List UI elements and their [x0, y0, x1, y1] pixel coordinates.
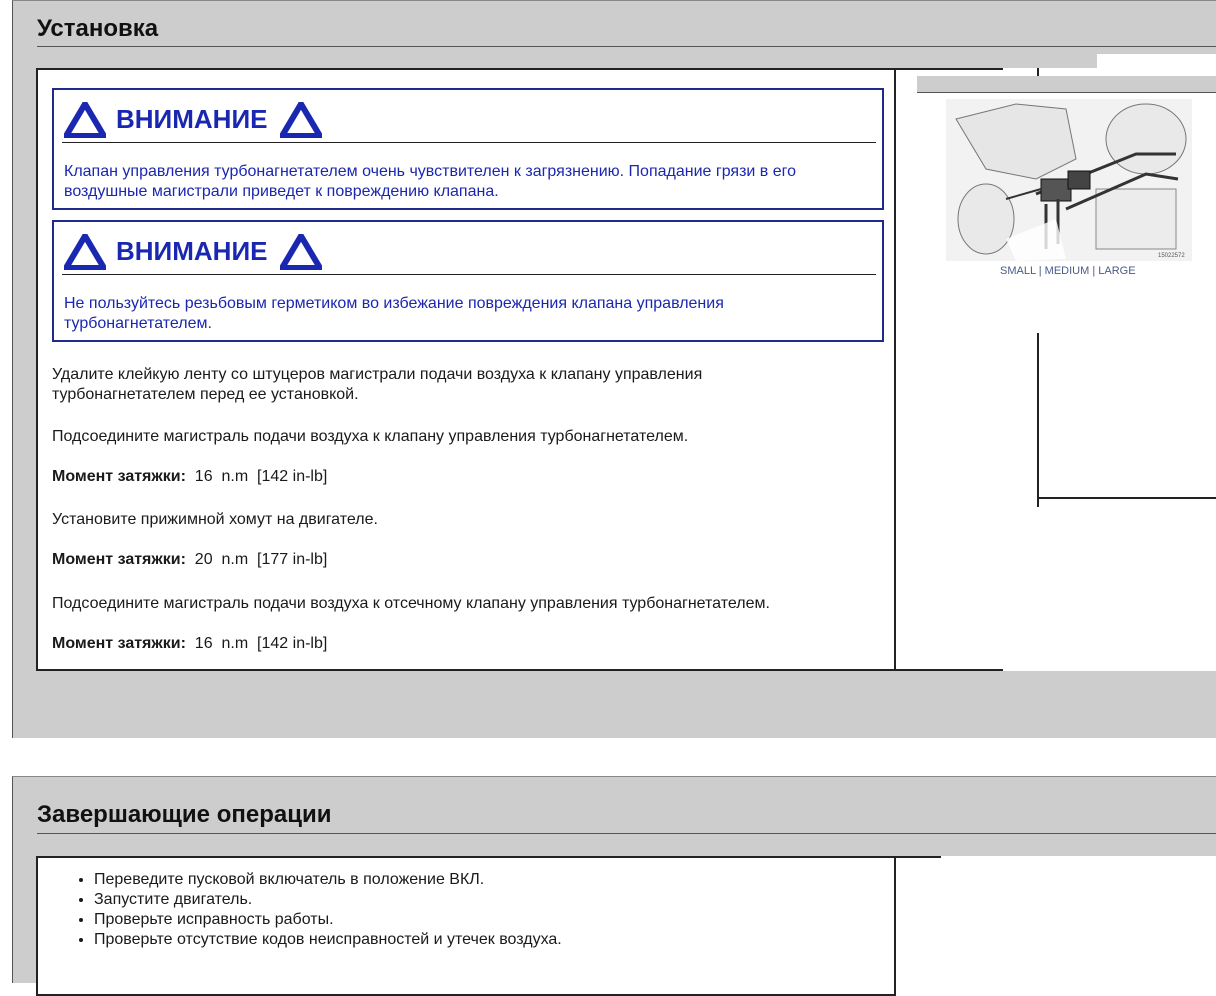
torque-alt: [142 in-lb]	[257, 635, 328, 652]
step-text: Удалите клейкую ленту со штуцеров магист…	[52, 366, 703, 403]
title-divider	[37, 46, 1216, 47]
step-text: Установите прижимной хомут на двигателе.	[52, 511, 378, 528]
torque-label: Момент затяжки:	[52, 551, 186, 568]
completion-content-panel: Переведите пусковой включатель в положен…	[36, 856, 896, 996]
warning-divider	[62, 274, 876, 275]
figure-link-medium[interactable]: MEDIUM	[1045, 265, 1090, 277]
warning-text: Не пользуйтесь резьбовым герметиком во и…	[64, 295, 724, 332]
figure-size-links: SMALL | MEDIUM | LARGE	[1000, 265, 1136, 277]
warning-header: ВНИМАНИЕ	[54, 222, 882, 275]
turbo-valve-illustration[interactable]: 15022572	[946, 99, 1192, 261]
warning-heading: ВНИМАНИЕ	[116, 236, 268, 266]
torque-label: Момент затяжки:	[52, 635, 186, 652]
torque-value: 20	[194, 551, 213, 568]
divider-line	[1037, 333, 1039, 507]
torque-value: 16	[194, 468, 213, 485]
list-item: Запустите двигатель.	[94, 890, 562, 910]
title-divider	[37, 833, 1216, 834]
torque-spec: Момент затяжки: 16 n.m [142 in-lb]	[52, 634, 872, 654]
step-text: Подсоедините магистраль подачи воздуха к…	[52, 595, 770, 612]
warning-heading: ВНИМАНИЕ	[116, 104, 268, 134]
torque-unit: n.m	[221, 635, 249, 652]
installation-title: Установка	[37, 15, 159, 42]
divider-line	[1037, 497, 1216, 499]
figure-link-large[interactable]: LARGE	[1098, 265, 1135, 277]
figure-header-bar	[917, 76, 1216, 93]
warning-divider	[62, 142, 876, 143]
link-separator: |	[1092, 265, 1096, 277]
link-separator: |	[1038, 265, 1042, 277]
list-item: Переведите пусковой включатель в положен…	[94, 870, 562, 890]
warning-box-2: ВНИМАНИЕ Не пользуйтесь резьбовым гермет…	[52, 220, 884, 342]
torque-alt: [177 in-lb]	[257, 551, 328, 568]
list-item: Проверьте отсутствие кодов неисправносте…	[94, 930, 562, 950]
torque-unit: n.m	[221, 468, 249, 485]
border-gap	[941, 856, 1216, 859]
torque-spec: Момент затяжки: 16 n.m [142 in-lb]	[52, 467, 872, 487]
warning-box-1: ВНИМАНИЕ Клапан управления турбонагнетат…	[52, 88, 884, 210]
completion-list: Переведите пусковой включатель в положен…	[38, 870, 562, 950]
figure-code: 15022572	[1158, 253, 1185, 259]
completion-side-panel	[896, 856, 1216, 986]
torque-spec: Момент затяжки: 20 n.m [177 in-lb]	[52, 550, 872, 570]
figure-link-small[interactable]: SMALL	[1000, 265, 1036, 277]
list-item: Проверьте исправность работы.	[94, 910, 562, 930]
warning-header: ВНИМАНИЕ	[54, 90, 882, 143]
torque-alt: [142 in-lb]	[257, 468, 328, 485]
figure-header-gap	[1097, 54, 1216, 76]
torque-unit: n.m	[221, 551, 249, 568]
torque-label: Момент затяжки:	[52, 468, 186, 485]
installation-content-panel: ВНИМАНИЕ Клапан управления турбонагнетат…	[36, 68, 896, 671]
torque-value: 16	[194, 635, 213, 652]
warning-text: Клапан управления турбонагнетателем очен…	[64, 163, 797, 200]
step-text: Подсоедините магистраль подачи воздуха к…	[52, 428, 689, 445]
completion-title: Завершающие операции	[37, 801, 332, 828]
divider-line	[1037, 68, 1039, 76]
